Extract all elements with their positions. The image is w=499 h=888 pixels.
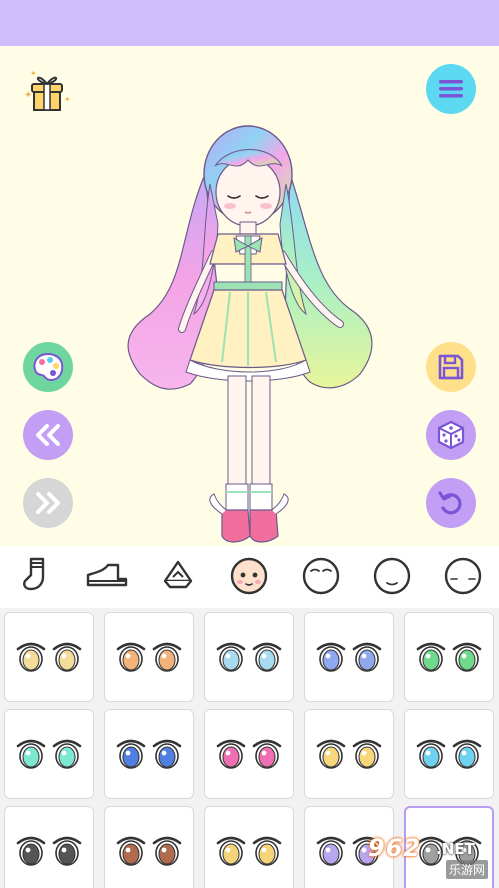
next-button[interactable] — [23, 478, 73, 528]
category-eyebrows[interactable] — [285, 546, 356, 608]
eye-option[interactable] — [104, 806, 194, 888]
eye-option[interactable] — [4, 709, 94, 799]
save-button[interactable] — [426, 342, 476, 392]
eye-option[interactable] — [304, 709, 394, 799]
eye-option[interactable] — [204, 709, 294, 799]
sock-icon — [21, 557, 51, 598]
menu-icon — [438, 78, 464, 100]
palette-icon — [32, 352, 64, 382]
dice-icon — [436, 420, 466, 450]
watermark-site-name: 乐游网 — [446, 860, 489, 879]
undo-button[interactable] — [426, 478, 476, 528]
category-shoes[interactable] — [71, 546, 142, 608]
eye-option[interactable] — [204, 806, 294, 888]
eyes-icon — [116, 642, 182, 672]
shoe-icon — [86, 561, 128, 594]
color-palette-button[interactable] — [23, 342, 73, 392]
eyes-icon — [416, 642, 482, 672]
face-outline-icon — [443, 555, 483, 600]
eyes-icon — [316, 642, 382, 672]
previous-button[interactable] — [23, 410, 73, 460]
eye-option[interactable] — [104, 709, 194, 799]
eye-option[interactable] — [4, 612, 94, 702]
watermark-domain: .NET — [436, 840, 475, 858]
save-icon — [437, 353, 465, 381]
doll-character — [110, 114, 390, 574]
category-bar — [0, 546, 499, 608]
category-bags[interactable] — [143, 546, 214, 608]
face-icon — [229, 555, 269, 600]
category-blush[interactable] — [428, 546, 499, 608]
random-button[interactable] — [426, 410, 476, 460]
svg-text:✦: ✦ — [64, 95, 71, 104]
face-outline-icon — [372, 555, 412, 600]
eye-option[interactable] — [304, 612, 394, 702]
eyes-icon — [416, 739, 482, 769]
eyes-icon — [216, 642, 282, 672]
undo-icon — [437, 489, 465, 517]
eye-option[interactable] — [104, 612, 194, 702]
bag-icon — [162, 559, 194, 596]
category-face[interactable] — [214, 546, 285, 608]
double-chevron-left-icon — [33, 423, 63, 447]
menu-button[interactable] — [426, 64, 476, 114]
eyes-icon — [216, 739, 282, 769]
eyes-icon — [316, 739, 382, 769]
eyes-icon — [216, 836, 282, 866]
double-chevron-right-icon — [33, 491, 63, 515]
category-mouth[interactable] — [356, 546, 427, 608]
watermark: 962 .NET 乐游网 — [360, 832, 492, 882]
eyes-icon — [16, 836, 82, 866]
eye-option[interactable] — [4, 806, 94, 888]
top-bar — [0, 0, 499, 46]
watermark-number: 962 — [368, 834, 422, 862]
svg-text:✦: ✦ — [30, 69, 37, 78]
eye-option[interactable] — [404, 612, 494, 702]
eyes-icon — [116, 836, 182, 866]
eyes-icon — [16, 739, 82, 769]
dress-up-stage: ✦ ✦ ✦ — [0, 46, 499, 546]
gift-icon[interactable]: ✦ ✦ ✦ — [20, 66, 74, 114]
eye-option[interactable] — [404, 709, 494, 799]
category-socks[interactable] — [0, 546, 71, 608]
eye-option[interactable] — [204, 612, 294, 702]
svg-text:✦: ✦ — [24, 90, 32, 101]
face-outline-icon — [301, 555, 341, 600]
eyes-icon — [116, 739, 182, 769]
eyes-icon — [16, 642, 82, 672]
